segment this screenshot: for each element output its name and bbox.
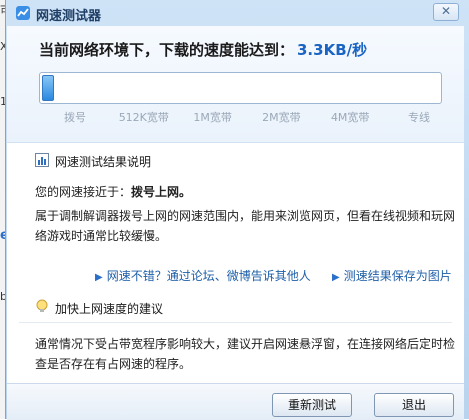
window-content: 当前网络环境下，下载的速度能达到： 3.3KB/秒 拨号 512K宽带 1M宽带… [7,26,464,420]
section-divider [19,322,452,323]
save-image-link-label: 测速结果保存为图片 [343,269,452,283]
retest-button[interactable]: 重新测试 [272,393,352,417]
result-panel: 当前网络环境下，下载的速度能达到： 3.3KB/秒 拨号 512K宽带 1M宽带… [7,26,464,143]
scale-label: 1M宽带 [193,111,232,124]
scale-label: 专线 [408,111,430,124]
share-link-label: 网速不错？通过论坛、微博告诉其他人 [106,269,311,283]
result-headline: 当前网络环境下，下载的速度能达到： [39,41,295,59]
speed-value: 3.3KB/秒 [297,41,368,59]
scale-label: 4M宽带 [330,111,370,124]
close-icon: ✕ [440,4,452,18]
close-to-line: 您的网速接近于：拨号上网。 [35,182,455,202]
speed-meter [39,72,442,104]
arrow-right-icon: ▶ [95,272,103,283]
scale-label: 2M宽带 [262,111,301,124]
chart-icon [35,153,49,167]
scale-label: 512K宽带 [118,111,169,124]
lightbulb-icon [36,299,48,312]
speed-test-window: 网速测试器 ✕ 当前网络环境下，下载的速度能达到： 3.3KB/秒 拨号 512… [5,0,469,420]
speed-test-app-icon [16,6,30,20]
save-image-link[interactable]: ▶ 测速结果保存为图片 [332,267,452,284]
speed-meter-fill [42,75,54,101]
close-to-label: 您的网速接近于： [35,185,132,199]
advice-title: 加快上网速度的建议 [55,302,164,316]
speed-scale: 拨号 512K宽带 1M宽带 2M宽带 4M宽带 专线 [39,109,442,127]
dialog-footer: 重新测试 退出 [7,383,464,420]
title-bar[interactable]: 网速测试器 ✕ [6,0,469,26]
window-title: 网速测试器 [36,9,102,24]
share-link[interactable]: ▶ 网速不错？通过论坛、微博告诉其他人 [95,267,311,284]
explanation-description: 属于调制解调器拨号上网的网速范围内，能用来浏览网页，但看在线视频和玩网络游戏时通… [35,209,456,243]
scale-label: 拨号 [64,111,86,124]
exit-button[interactable]: 退出 [374,393,454,417]
close-to-value: 拨号上网。 [131,185,192,199]
arrow-right-icon: ▶ [332,272,340,283]
explanation-title: 网速测试结果说明 [55,155,152,169]
advice-text: 通常情况下受占带宽程序影响较大，建议开启网速悬浮窗，在连接网络后定时检查是否存在… [35,337,456,371]
close-button[interactable]: ✕ [433,3,459,21]
